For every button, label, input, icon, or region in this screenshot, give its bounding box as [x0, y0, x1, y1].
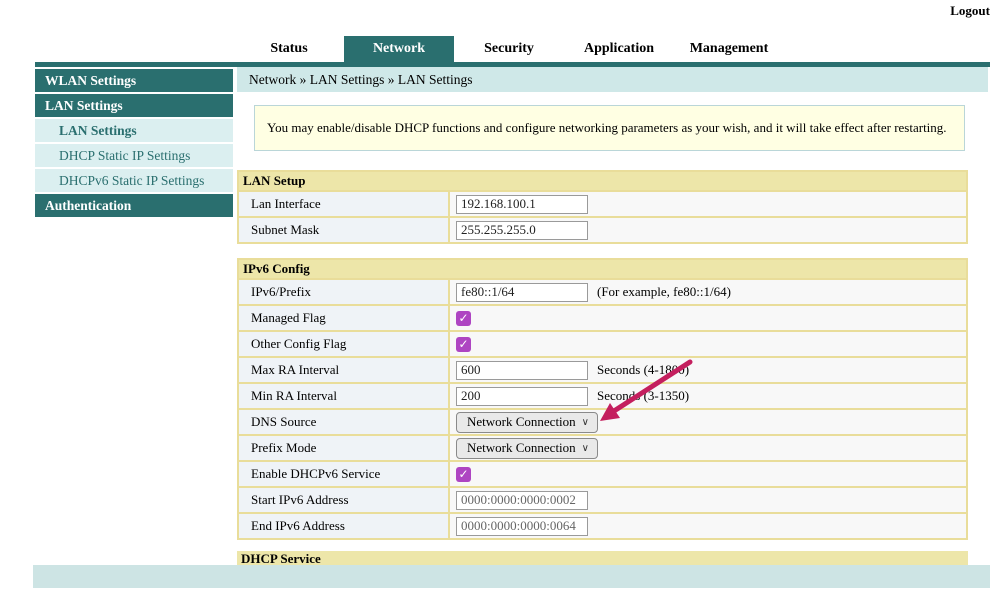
row-hint: Seconds (3-1350): [597, 388, 689, 404]
ipv6-prefix-input[interactable]: [456, 283, 588, 302]
sidebar-item-lan-settings-sub[interactable]: LAN Settings: [35, 119, 233, 142]
row-label: IPv6/Prefix: [239, 280, 450, 304]
tab-security[interactable]: Security: [454, 36, 564, 62]
logout-link[interactable]: Logout: [950, 3, 990, 19]
row-label: Start IPv6 Address: [239, 488, 450, 512]
row-label: Lan Interface: [239, 192, 450, 216]
sidebar-item-lan-settings[interactable]: LAN Settings: [35, 94, 233, 117]
row-value-cell: Network Connection ∨: [450, 410, 966, 434]
ipv6-config-rows: IPv6/Prefix (For example, fe80::1/64)Mana…: [239, 278, 966, 538]
dns-source-select[interactable]: Network Connection ∨: [456, 412, 598, 433]
row-label: Min RA Interval: [239, 384, 450, 408]
managed-flag-checkbox[interactable]: ✓: [456, 311, 471, 326]
footer-bar: [33, 565, 990, 588]
sidebar-item-wlan-settings[interactable]: WLAN Settings: [35, 69, 233, 92]
row-value-cell: Seconds (3-1350): [450, 384, 966, 408]
table-row-enable-dhcpv6-service: Enable DHCPv6 Service ✓: [239, 460, 966, 486]
sidebar: WLAN SettingsLAN SettingsLAN SettingsDHC…: [35, 69, 233, 219]
lan-setup-header: LAN Setup: [239, 172, 966, 190]
row-label: Managed Flag: [239, 306, 450, 330]
sidebar-item-authentication[interactable]: Authentication: [35, 194, 233, 217]
row-label: Enable DHCPv6 Service: [239, 462, 450, 486]
row-value-cell: ✓: [450, 306, 966, 330]
table-row-prefix-mode: Prefix Mode Network Connection ∨: [239, 434, 966, 460]
row-value-cell: [450, 192, 966, 216]
table-row-managed-flag: Managed Flag ✓: [239, 304, 966, 330]
other-config-flag-checkbox[interactable]: ✓: [456, 337, 471, 352]
tab-application[interactable]: Application: [564, 36, 674, 62]
sidebar-item-dhcpv6-static-ip-settings-sub[interactable]: DHCPv6 Static IP Settings: [35, 169, 233, 192]
table-row-dns-source: DNS Source Network Connection ∨: [239, 408, 966, 434]
select-value: Network Connection: [467, 440, 576, 456]
lan-setup-table: LAN Setup Lan InterfaceSubnet Mask: [237, 170, 968, 244]
table-row-min-ra-interval: Min RA Interval Seconds (3-1350): [239, 382, 966, 408]
chevron-down-icon: ∨: [582, 417, 589, 428]
row-value-cell: Seconds (4-1800): [450, 358, 966, 382]
row-label: Max RA Interval: [239, 358, 450, 382]
notice-text: You may enable/disable DHCP functions an…: [267, 120, 947, 136]
row-label: Subnet Mask: [239, 218, 450, 242]
prefix-mode-select[interactable]: Network Connection ∨: [456, 438, 598, 459]
table-row-start-ipv6-address: Start IPv6 Address: [239, 486, 966, 512]
lan-setup-rows: Lan InterfaceSubnet Mask: [239, 190, 966, 242]
row-hint: (For example, fe80::1/64): [597, 284, 731, 300]
tab-management[interactable]: Management: [674, 36, 784, 62]
table-row-subnet-mask: Subnet Mask: [239, 216, 966, 242]
lan-interface-input[interactable]: [456, 195, 588, 214]
table-row-ipv6-prefix: IPv6/Prefix (For example, fe80::1/64): [239, 278, 966, 304]
row-label: Prefix Mode: [239, 436, 450, 460]
table-row-max-ra-interval: Max RA Interval Seconds (4-1800): [239, 356, 966, 382]
row-value-cell: ✓: [450, 332, 966, 356]
tab-status[interactable]: Status: [234, 36, 344, 62]
table-row-other-config-flag: Other Config Flag ✓: [239, 330, 966, 356]
table-row-end-ipv6-address: End IPv6 Address: [239, 512, 966, 538]
row-hint: Seconds (4-1800): [597, 362, 689, 378]
sidebar-item-dhcp-static-ip-settings-sub[interactable]: DHCP Static IP Settings: [35, 144, 233, 167]
row-value-cell: Network Connection ∨: [450, 436, 966, 460]
chevron-down-icon: ∨: [582, 443, 589, 454]
notice-box: You may enable/disable DHCP functions an…: [254, 105, 965, 151]
row-value-cell: (For example, fe80::1/64): [450, 280, 966, 304]
row-value-cell: ✓: [450, 462, 966, 486]
main-content: Network » LAN Settings » LAN Settings Yo…: [237, 67, 988, 92]
ipv6-config-header: IPv6 Config: [239, 260, 966, 278]
breadcrumb: Network » LAN Settings » LAN Settings: [237, 67, 988, 92]
subnet-mask-input[interactable]: [456, 221, 588, 240]
max-ra-interval-input[interactable]: [456, 361, 588, 380]
row-value-cell: [450, 488, 966, 512]
row-label: DNS Source: [239, 410, 450, 434]
start-ipv6-address-input[interactable]: [456, 491, 588, 510]
row-value-cell: [450, 514, 966, 538]
table-row-lan-interface: Lan Interface: [239, 190, 966, 216]
ipv6-config-table: IPv6 Config IPv6/Prefix (For example, fe8…: [237, 258, 968, 540]
row-label: Other Config Flag: [239, 332, 450, 356]
end-ipv6-address-input[interactable]: [456, 517, 588, 536]
select-value: Network Connection: [467, 414, 576, 430]
row-value-cell: [450, 218, 966, 242]
row-label: End IPv6 Address: [239, 514, 450, 538]
enable-dhcpv6-service-checkbox[interactable]: ✓: [456, 467, 471, 482]
min-ra-interval-input[interactable]: [456, 387, 588, 406]
